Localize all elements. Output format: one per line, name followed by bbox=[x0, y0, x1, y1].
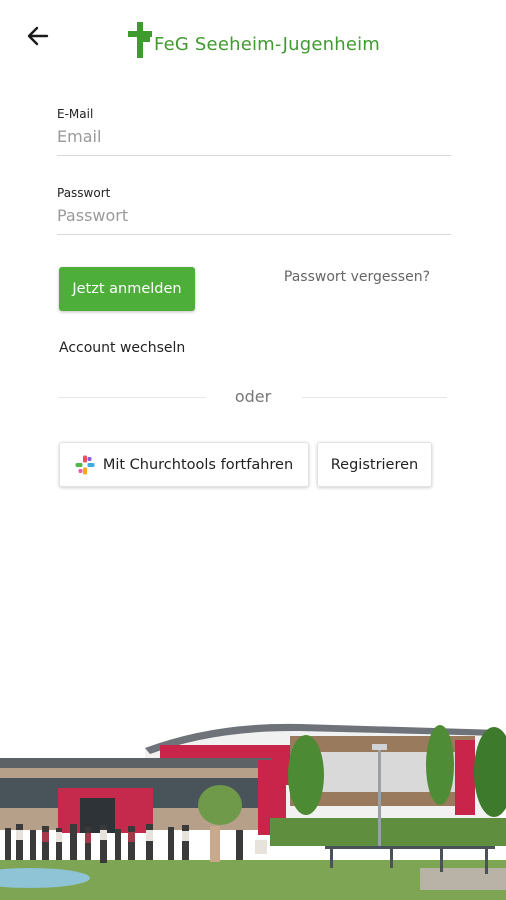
password-field-group: Passwort bbox=[57, 186, 451, 235]
church-building-photo bbox=[0, 700, 506, 900]
password-label: Passwort bbox=[57, 186, 111, 200]
cross-logo-icon bbox=[128, 22, 152, 58]
logo-text: FeG Seeheim-Jugenheim bbox=[154, 34, 381, 55]
password-input[interactable] bbox=[57, 200, 451, 235]
app-logo: FeG Seeheim-Jugenheim bbox=[128, 18, 380, 58]
email-field-group: E-Mail bbox=[57, 107, 451, 156]
login-button[interactable]: Jetzt anmelden bbox=[59, 267, 195, 311]
login-screen: FeG Seeheim-Jugenheim E-Mail Passwort Je… bbox=[0, 0, 506, 900]
or-divider: oder bbox=[59, 387, 447, 407]
churchtools-button-label: Mit Churchtools fortfahren bbox=[102, 456, 294, 473]
arrow-left-icon bbox=[27, 26, 49, 46]
email-label: E-Mail bbox=[57, 107, 94, 121]
churchtools-logo-icon bbox=[75, 455, 95, 474]
register-button[interactable]: Registrieren bbox=[317, 442, 432, 487]
email-input[interactable] bbox=[57, 121, 451, 156]
back-button[interactable] bbox=[22, 22, 54, 50]
forgot-password-link[interactable]: Passwort vergessen? bbox=[284, 269, 430, 285]
churchtools-login-button[interactable]: Mit Churchtools fortfahren bbox=[59, 442, 309, 487]
divider-line-right bbox=[302, 397, 447, 398]
switch-account-link[interactable]: Account wechseln bbox=[59, 340, 185, 356]
